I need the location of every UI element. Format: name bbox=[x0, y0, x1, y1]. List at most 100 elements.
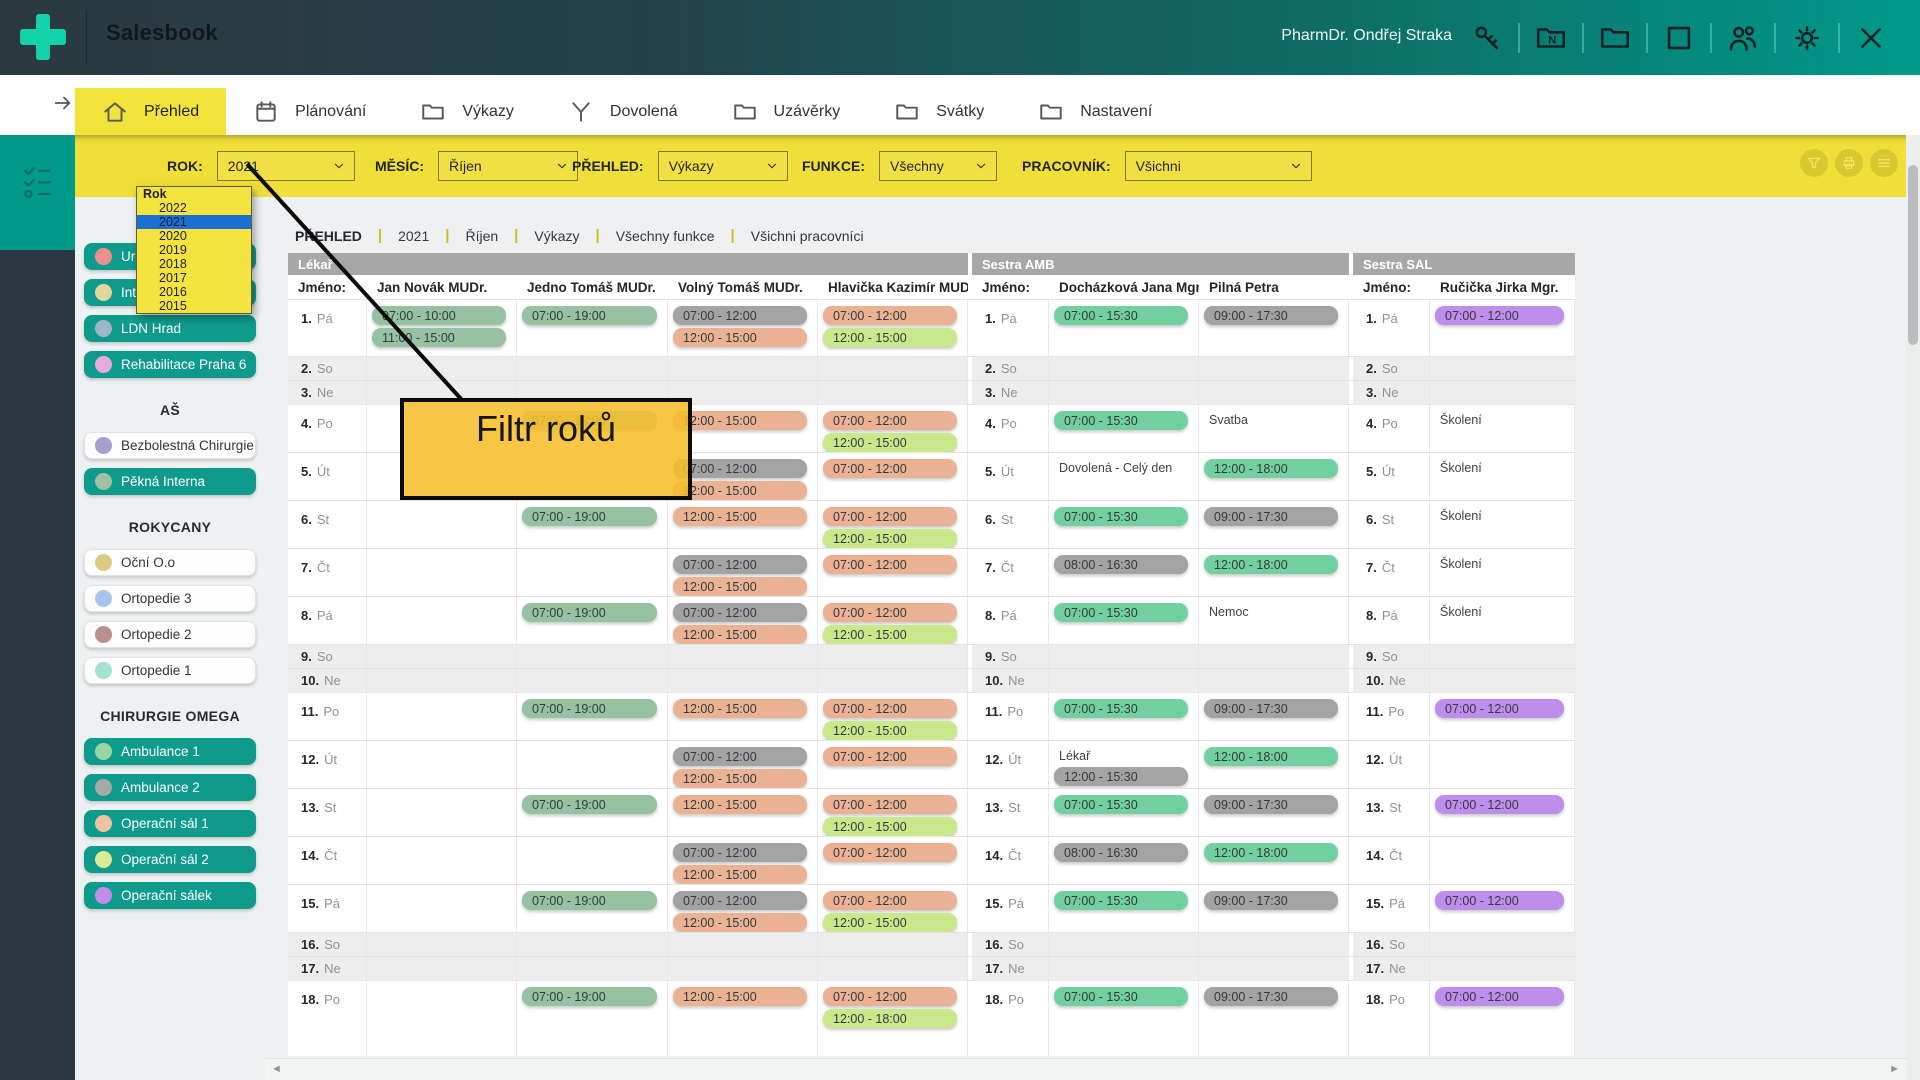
sidebar-item-ortopedie-2[interactable]: Ortopedie 2 bbox=[84, 621, 256, 648]
close-icon[interactable] bbox=[1854, 21, 1888, 55]
shift-badge[interactable]: 07:00 - 15:30 bbox=[1054, 795, 1188, 814]
shift-cell[interactable]: 07:00 - 19:00 bbox=[517, 501, 668, 548]
shift-cell[interactable]: 07:00 - 12:00 bbox=[818, 837, 968, 884]
year-option-2018[interactable]: 2018 bbox=[137, 257, 251, 271]
shift-cell[interactable]: 09:00 - 17:30 bbox=[1199, 501, 1349, 548]
shift-cell[interactable]: 07:00 - 12:0012:00 - 15:00 bbox=[818, 885, 968, 932]
shift-cell[interactable]: 07:00 - 19:00 bbox=[517, 885, 668, 932]
year-option-2020[interactable]: 2020 bbox=[137, 229, 251, 243]
shift-badge[interactable]: 12:00 - 15:00 bbox=[673, 865, 807, 884]
year-option-2017[interactable]: 2017 bbox=[137, 271, 251, 285]
shift-badge[interactable]: 12:00 - 18:00 bbox=[1204, 747, 1338, 766]
filter-select[interactable]: Všechny bbox=[879, 151, 997, 181]
shift-cell[interactable] bbox=[1430, 837, 1575, 884]
shift-cell[interactable]: 07:00 - 12:0012:00 - 15:00 bbox=[818, 300, 968, 356]
shift-cell[interactable] bbox=[1199, 645, 1349, 668]
tab-uzávěrky[interactable]: Uzávěrky bbox=[705, 88, 868, 135]
shift-badge[interactable]: 12:00 - 15:00 bbox=[823, 328, 957, 347]
sidebar-item-opera-n-s-l-1[interactable]: Operační sál 1 bbox=[84, 810, 256, 837]
shift-cell[interactable]: 07:00 - 15:30 bbox=[1049, 981, 1199, 1056]
filter-select[interactable]: 2021 bbox=[217, 151, 355, 181]
shift-badge[interactable]: 07:00 - 12:00 bbox=[673, 603, 807, 622]
shift-cell[interactable]: 07:00 - 12:00 bbox=[1430, 981, 1575, 1056]
shift-badge[interactable]: 12:00 - 15:00 bbox=[823, 625, 957, 644]
shift-badge[interactable]: 07:00 - 12:00 bbox=[1435, 795, 1564, 814]
shift-cell[interactable]: 07:00 - 19:00 bbox=[517, 981, 668, 1056]
shift-cell[interactable]: 07:00 - 12:00 bbox=[1430, 789, 1575, 836]
shift-cell[interactable] bbox=[517, 741, 668, 788]
shift-cell[interactable] bbox=[517, 645, 668, 668]
shift-cell[interactable] bbox=[1049, 381, 1199, 404]
tab-dovolená[interactable]: Dovolená bbox=[541, 88, 705, 135]
filter-select[interactable]: Všichni bbox=[1125, 151, 1312, 181]
shift-cell[interactable] bbox=[367, 981, 517, 1056]
filter-select[interactable]: Říjen bbox=[438, 151, 578, 181]
key-icon[interactable] bbox=[1470, 21, 1504, 55]
shift-badge[interactable]: 07:00 - 15:30 bbox=[1054, 507, 1188, 526]
shift-cell[interactable]: 07:00 - 15:30 bbox=[1049, 693, 1199, 740]
shift-cell[interactable] bbox=[668, 957, 818, 980]
shift-badge[interactable]: 07:00 - 15:30 bbox=[1054, 306, 1188, 325]
shift-badge[interactable]: 07:00 - 12:00 bbox=[673, 747, 807, 766]
shift-badge[interactable]: 12:00 - 18:00 bbox=[1204, 843, 1338, 862]
shift-cell[interactable]: 07:00 - 12:00 12:00 - 15:00 bbox=[668, 837, 818, 884]
sidebar-item-opera-n-s-l-2[interactable]: Operační sál 2 bbox=[84, 846, 256, 873]
shift-cell[interactable]: 07:00 - 12:0012:00 - 15:00 bbox=[818, 597, 968, 644]
shift-cell[interactable]: 07:00 - 12:0012:00 - 15:00 bbox=[818, 693, 968, 740]
shift-cell[interactable] bbox=[1049, 645, 1199, 668]
shift-cell[interactable] bbox=[367, 837, 517, 884]
print-icon-button[interactable] bbox=[1835, 149, 1863, 177]
shift-badge[interactable]: 12:00 - 18:00 bbox=[823, 1009, 957, 1028]
shift-cell[interactable] bbox=[517, 357, 668, 380]
shift-badge[interactable]: 07:00 - 19:00 bbox=[522, 987, 657, 1006]
horizontal-scrollbar[interactable]: ◄ ► bbox=[265, 1058, 1906, 1080]
shift-cell[interactable] bbox=[367, 597, 517, 644]
shift-cell[interactable] bbox=[367, 645, 517, 668]
shift-cell[interactable] bbox=[367, 741, 517, 788]
shift-badge[interactable]: 09:00 - 17:30 bbox=[1204, 891, 1338, 910]
shift-badge[interactable]: 07:00 - 12:00 bbox=[673, 843, 807, 862]
shift-badge[interactable]: 07:00 - 15:30 bbox=[1054, 411, 1188, 430]
tab-výkazy[interactable]: Výkazy bbox=[393, 88, 541, 135]
shift-cell[interactable] bbox=[367, 789, 517, 836]
shift-cell[interactable]: 07:00 - 12:0012:00 - 15:00 bbox=[818, 789, 968, 836]
shift-cell[interactable] bbox=[1430, 645, 1575, 668]
shift-badge[interactable]: 07:00 - 12:00 bbox=[673, 306, 807, 325]
window-icon[interactable] bbox=[1662, 21, 1696, 55]
shift-cell[interactable] bbox=[517, 957, 668, 980]
shift-cell[interactable]: 07:00 - 15:30 bbox=[1049, 597, 1199, 644]
shift-badge[interactable]: 07:00 - 12:00 bbox=[823, 747, 957, 766]
shift-badge[interactable]: 07:00 - 19:00 bbox=[522, 795, 657, 814]
shift-cell[interactable]: 07:00 - 15:30 bbox=[1049, 405, 1199, 452]
shift-cell[interactable] bbox=[818, 933, 968, 956]
shift-cell[interactable]: 07:00 - 19:00 bbox=[517, 789, 668, 836]
shift-cell[interactable] bbox=[367, 957, 517, 980]
shift-cell[interactable] bbox=[367, 885, 517, 932]
shift-badge[interactable]: 07:00 - 15:30 bbox=[1054, 891, 1188, 910]
shift-badge[interactable]: 07:00 - 12:00 bbox=[823, 555, 957, 574]
shift-cell[interactable]: Svatba bbox=[1199, 405, 1349, 452]
shift-cell[interactable]: 07:00 - 19:00 bbox=[517, 693, 668, 740]
shift-cell[interactable]: 09:00 - 17:30 bbox=[1199, 885, 1349, 932]
shift-badge[interactable]: 12:00 - 15:00 bbox=[673, 795, 807, 814]
shift-cell[interactable]: 07:00 - 12:00 bbox=[1430, 693, 1575, 740]
shift-cell[interactable]: 12:00 - 18:00 bbox=[1199, 837, 1349, 884]
shift-cell[interactable] bbox=[1430, 957, 1575, 980]
shift-cell[interactable] bbox=[1049, 957, 1199, 980]
shift-cell[interactable] bbox=[367, 549, 517, 596]
shift-cell[interactable]: 07:00 - 12:0012:00 - 15:00 bbox=[668, 597, 818, 644]
folder-icon[interactable] bbox=[1598, 21, 1632, 55]
shift-badge[interactable]: 12:00 - 15:00 bbox=[673, 328, 807, 347]
shift-badge[interactable]: 07:00 - 10:00 bbox=[372, 306, 506, 325]
shift-cell[interactable]: 09:00 - 17:30 bbox=[1199, 981, 1349, 1056]
filter-select[interactable]: Výkazy bbox=[658, 151, 788, 181]
tab-nastavení[interactable]: Nastavení bbox=[1011, 88, 1179, 135]
shift-cell[interactable] bbox=[517, 549, 668, 596]
scroll-right-arrow-icon[interactable]: ► bbox=[1889, 1063, 1900, 1075]
sidebar-item-ldn-hrad[interactable]: LDN Hrad bbox=[84, 315, 256, 342]
shift-badge[interactable]: 08:00 - 16:30 bbox=[1054, 843, 1188, 862]
shift-cell[interactable] bbox=[1199, 669, 1349, 692]
shift-cell[interactable] bbox=[517, 669, 668, 692]
shift-cell[interactable]: 07:00 - 12:00 bbox=[1430, 300, 1575, 356]
sidebar-item-ortopedie-1[interactable]: Ortopedie 1 bbox=[84, 657, 256, 684]
